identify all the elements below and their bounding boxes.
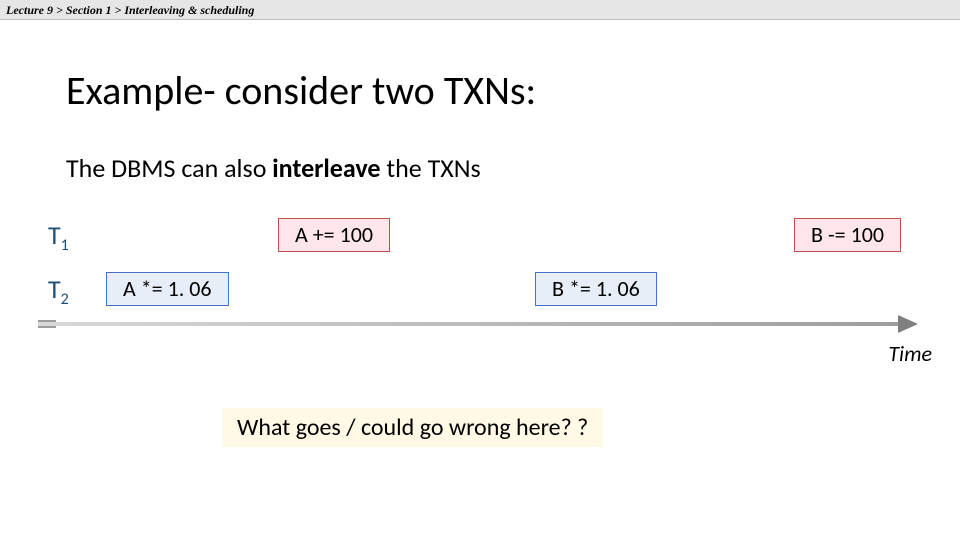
breadcrumb: Lecture 9 > Section 1 > Interleaving & s…: [0, 0, 960, 20]
op-t2-a: A *= 1. 06: [106, 272, 229, 306]
subtitle: The DBMS can also interleave the TXNs: [66, 152, 481, 184]
txn2-letter: T: [48, 273, 61, 305]
subtitle-pre: The DBMS can also: [66, 152, 272, 184]
op-t2-b: B *= 1. 06: [535, 272, 657, 306]
txn2-label: T2: [48, 273, 69, 309]
time-axis-bar: [38, 322, 898, 326]
txn2-sub: 2: [61, 290, 69, 309]
txn1-sub: 1: [61, 236, 69, 255]
time-axis: [38, 320, 918, 328]
question-callout: What goes / could go wrong here? ?: [222, 408, 603, 447]
arrow-right-icon: [898, 315, 918, 333]
subtitle-strong: interleave: [272, 152, 380, 184]
page-title: Example- consider two TXNs:: [66, 66, 536, 115]
txn1-label: T1: [48, 219, 69, 255]
txn1-letter: T: [48, 219, 61, 251]
subtitle-post: the TXNs: [381, 152, 481, 184]
time-axis-label: Time: [888, 340, 932, 367]
op-t1-b: B -= 100: [794, 218, 901, 252]
op-t1-a: A += 100: [278, 218, 390, 252]
slide: Lecture 9 > Section 1 > Interleaving & s…: [0, 0, 960, 540]
